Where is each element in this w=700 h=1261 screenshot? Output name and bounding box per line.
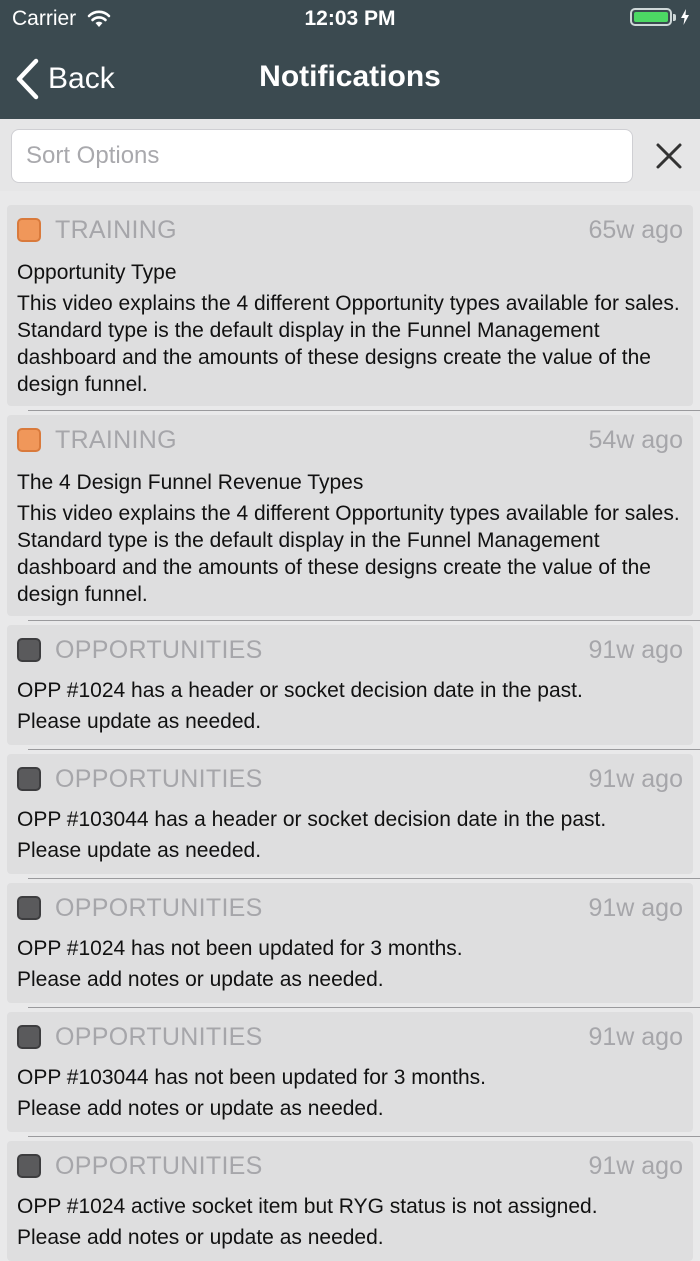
notification-item[interactable]: OPPORTUNITIES 91w ago OPP #1024 active s… (7, 1141, 693, 1261)
header: Carrier 12:03 PM Back Notifications (0, 0, 700, 119)
notification-line: Please update as needed. (17, 839, 262, 862)
nav-bar: Back Notifications (0, 40, 700, 119)
divider (28, 878, 700, 879)
divider (28, 749, 700, 750)
notification-body: OPP #1024 has a header or socket decisio… (17, 675, 683, 737)
notification-line: OPP #1024 has not been updated for 3 mon… (17, 937, 463, 960)
category-label: OPPORTUNITIES (55, 1151, 263, 1180)
notification-age: 91w ago (588, 1151, 683, 1180)
notification-line: OPP #103044 has not been updated for 3 m… (17, 1066, 486, 1089)
divider (28, 1007, 700, 1008)
notification-age: 91w ago (588, 764, 683, 793)
category-label: OPPORTUNITIES (55, 635, 263, 664)
category-color-icon (17, 638, 41, 662)
battery-icon (630, 8, 672, 26)
category-label: OPPORTUNITIES (55, 1022, 263, 1051)
notification-header: TRAINING 65w ago (17, 211, 683, 249)
notification-title: The 4 Design Funnel Revenue Types (17, 471, 364, 494)
page-title: Notifications (259, 60, 441, 93)
status-time: 12:03 PM (304, 7, 396, 30)
notification-age: 54w ago (588, 425, 683, 454)
battery-cap (673, 13, 676, 21)
sort-options-input[interactable] (11, 129, 633, 183)
charging-bolt-icon (681, 9, 689, 25)
notification-line: OPP #1024 has a header or socket decisio… (17, 679, 583, 702)
close-icon[interactable] (654, 141, 684, 171)
notification-list: TRAINING 65w ago Opportunity Type This v… (0, 191, 700, 1261)
notification-title: Opportunity Type (17, 261, 177, 284)
category-label: TRAINING (55, 215, 177, 244)
notification-item[interactable]: TRAINING 54w ago The 4 Design Funnel Rev… (7, 415, 693, 616)
category-label: OPPORTUNITIES (55, 764, 263, 793)
battery-indicator (630, 8, 690, 26)
category-color-icon (17, 428, 41, 452)
notification-header: OPPORTUNITIES 91w ago (17, 1147, 683, 1185)
category-label: OPPORTUNITIES (55, 893, 263, 922)
notification-line: Please update as needed. (17, 710, 262, 733)
notification-body: This video explains the 4 different Oppo… (17, 502, 680, 606)
category-color-icon (17, 767, 41, 791)
notification-body: OPP #1024 has not been updated for 3 mon… (17, 933, 683, 995)
category-label: TRAINING (55, 425, 177, 454)
notification-line: OPP #1024 active socket item but RYG sta… (17, 1195, 598, 1218)
category-color-icon (17, 218, 41, 242)
divider (28, 620, 700, 621)
battery-fill (634, 12, 668, 22)
notification-header: OPPORTUNITIES 91w ago (17, 889, 683, 927)
divider (28, 410, 700, 411)
notification-header: OPPORTUNITIES 91w ago (17, 631, 683, 669)
category-color-icon (17, 896, 41, 920)
notification-line: OPP #103044 has a header or socket decis… (17, 808, 607, 831)
notification-item[interactable]: OPPORTUNITIES 91w ago OPP #1024 has not … (7, 883, 693, 1003)
notification-line: Please add notes or update as needed. (17, 1097, 384, 1120)
notification-body: This video explains the 4 different Oppo… (17, 292, 680, 396)
category-color-icon (17, 1025, 41, 1049)
sort-bar (0, 119, 700, 191)
notification-header: OPPORTUNITIES 91w ago (17, 760, 683, 798)
category-color-icon (17, 1154, 41, 1178)
notification-header: TRAINING 54w ago (17, 421, 683, 459)
notification-age: 65w ago (588, 215, 683, 244)
notification-item[interactable]: TRAINING 65w ago Opportunity Type This v… (7, 205, 693, 406)
notification-age: 91w ago (588, 1022, 683, 1051)
status-bar: Carrier 12:03 PM (0, 0, 700, 40)
notification-item[interactable]: OPPORTUNITIES 91w ago OPP #103044 has no… (7, 1012, 693, 1132)
notification-age: 91w ago (588, 893, 683, 922)
notification-age: 91w ago (588, 635, 683, 664)
notification-body: OPP #103044 has not been updated for 3 m… (17, 1062, 683, 1124)
divider (28, 1136, 700, 1137)
notification-line: Please add notes or update as needed. (17, 1226, 384, 1249)
notification-body: OPP #103044 has a header or socket decis… (17, 804, 683, 866)
notification-line: Please add notes or update as needed. (17, 968, 384, 991)
notification-item[interactable]: OPPORTUNITIES 91w ago OPP #103044 has a … (7, 754, 693, 874)
notification-item[interactable]: OPPORTUNITIES 91w ago OPP #1024 has a he… (7, 625, 693, 745)
notification-header: OPPORTUNITIES 91w ago (17, 1018, 683, 1056)
